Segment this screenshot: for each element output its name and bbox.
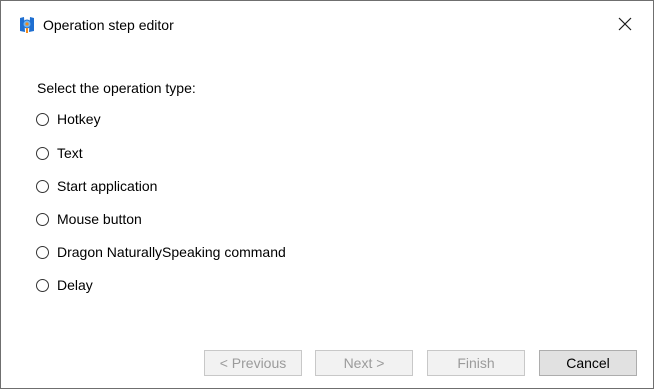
radio-button[interactable] (36, 146, 49, 160)
option-label: Hotkey (57, 111, 101, 127)
window-title: Operation step editor (43, 17, 174, 33)
option-delay[interactable]: Delay (36, 274, 93, 296)
operation-type-prompt: Select the operation type: (37, 80, 196, 96)
radio-button[interactable] (36, 212, 49, 226)
finish-button[interactable]: Finish (427, 350, 525, 376)
next-button[interactable]: Next > (315, 350, 413, 376)
close-icon (618, 17, 632, 31)
option-mouse-button[interactable]: Mouse button (36, 208, 142, 230)
previous-button[interactable]: < Previous (204, 350, 302, 376)
option-hotkey[interactable]: Hotkey (36, 108, 101, 130)
option-start-application[interactable]: Start application (36, 175, 157, 197)
option-label: Dragon NaturallySpeaking command (57, 244, 286, 260)
cancel-button[interactable]: Cancel (539, 350, 637, 376)
radio-button[interactable] (36, 245, 49, 259)
option-text[interactable]: Text (36, 142, 83, 164)
close-button[interactable] (607, 7, 643, 41)
dialog-window: Operation step editor Select the operati… (0, 0, 654, 389)
option-dragon-command[interactable]: Dragon NaturallySpeaking command (36, 241, 286, 263)
dragon-app-icon (17, 15, 37, 35)
radio-button[interactable] (36, 278, 49, 292)
option-label: Mouse button (57, 211, 142, 227)
radio-button[interactable] (36, 112, 49, 126)
option-label: Delay (57, 277, 93, 293)
option-label: Text (57, 145, 83, 161)
radio-button[interactable] (36, 179, 49, 193)
option-label: Start application (57, 178, 158, 194)
title-bar[interactable]: Operation step editor (1, 1, 653, 47)
